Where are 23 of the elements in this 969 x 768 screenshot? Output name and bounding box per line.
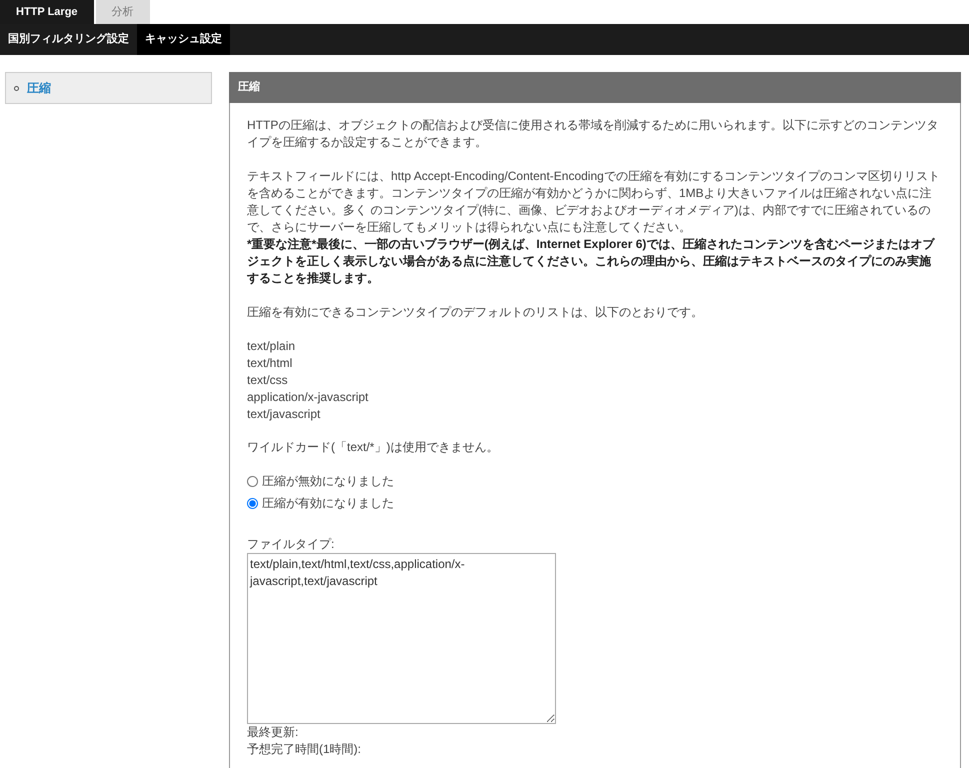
warning-paragraph: *重要な注意*最後に、一部の古いブラウザー(例えば、Internet Explorer 6)では、圧縮されたコンテンツを含むページまたはオブジェクトを正しく表示しない場合がある点に注意してください。これらの理由から、圧縮はテキストベースのタイプにのみ実施することを推奨します。 bbox=[247, 236, 936, 286]
sub-tab[interactable]: キャッシュ設定 bbox=[137, 24, 230, 55]
content-type-item: text/css bbox=[247, 372, 289, 388]
radio-button[interactable] bbox=[247, 476, 258, 486]
wildcard-note: ワイルドカード(「text/*」)は使用できません。 bbox=[247, 438, 500, 456]
top-tab[interactable]: HTTP Large bbox=[0, 0, 94, 24]
content-type-item: text/html bbox=[247, 354, 294, 372]
panel-title: 圧縮 bbox=[229, 72, 961, 102]
estimated-time-label: 予想完了時間(1時間): bbox=[247, 740, 362, 758]
content-type-item: text/plain bbox=[247, 338, 296, 354]
file-type-field[interactable]: text/plain,text/html,text/css,application/x-javascript,text/javascript bbox=[247, 552, 556, 724]
radio-label: 圧縮が有効になりました bbox=[262, 494, 394, 512]
paragraph: HTTPの圧縮は、オブジェクトの配信および受信に使用される帯域を削減するために用いられます。以下に示すどのコンテンツタイプを圧縮するか設定することができます。 bbox=[247, 116, 940, 150]
content-type-item: application/x-javascript bbox=[247, 388, 370, 406]
radio-label: 圧縮が無効になりました bbox=[262, 472, 394, 490]
paragraph: 圧縮を有効にできるコンテンツタイプのデフォルトのリストは、以下のとおりです。 bbox=[247, 304, 704, 320]
bullet-icon bbox=[14, 86, 19, 90]
paragraph: テキストフィールドには、http Accept-Encoding/Content-Encodingでの圧縮を有効にするコンテンツタイプのコンマ区切りリストを含めることができます。コンテンツタイプの圧縮が有効かどうかに関わらず、1MBより大きいファイルは圧縮されない点に注意してください。多く のコンテンツタイプ(特に、画像、ビデオおよびオーディオメディア)は、内部ですでに圧縮されているので、さらにサーバーを圧縮してもメリットは得られない点にも注意してください。 bbox=[247, 168, 941, 236]
last-updated-label: 最終更新: bbox=[247, 724, 300, 740]
radio-button[interactable] bbox=[247, 498, 258, 508]
sub-tab[interactable]: 国別フィルタリング設定 bbox=[0, 24, 137, 55]
field-label: ファイルタイプ: bbox=[247, 536, 336, 552]
content-type-item: text/javascript bbox=[247, 406, 322, 422]
